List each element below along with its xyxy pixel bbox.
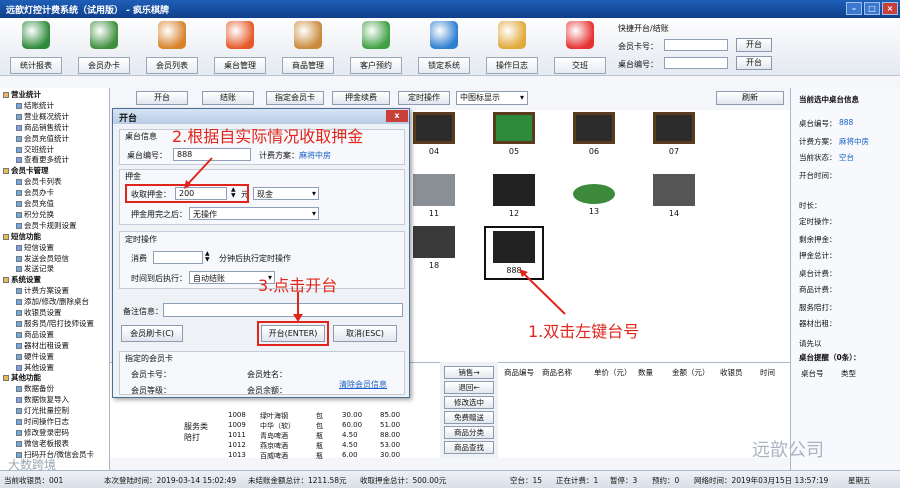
watermark-left: 大数跨境 [8,458,57,472]
annotation-arrows [184,157,566,322]
watermark-right: 远歆公司 [752,440,824,461]
arrowhead-open [293,314,303,322]
arrow-to-deposit [185,157,213,187]
arrow-to-table [521,271,566,315]
